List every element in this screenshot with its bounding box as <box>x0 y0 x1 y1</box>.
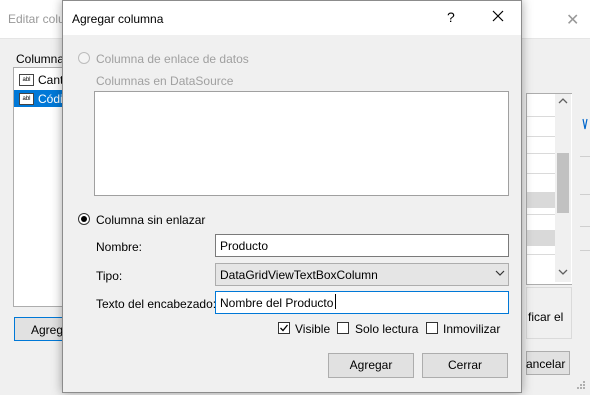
visible-label[interactable]: Visible <box>295 322 330 336</box>
divider <box>580 194 590 195</box>
background-cancel-label: ancelar <box>526 357 566 371</box>
chevron-down-icon[interactable] <box>558 268 568 278</box>
divider <box>580 250 590 251</box>
freeze-checkbox[interactable] <box>426 322 438 334</box>
grid-category-row <box>527 192 557 208</box>
header-text-label: Texto del encabezado: <box>96 297 217 311</box>
grid-line <box>527 153 557 154</box>
freeze-label[interactable]: Inmovilizar <box>443 322 500 336</box>
background-add-button-label: Agreg <box>31 323 64 337</box>
dialog-title: Agregar columna <box>72 12 164 26</box>
add-button[interactable]: Agregar <box>328 353 414 378</box>
textbox-column-icon: abl <box>19 74 34 86</box>
grid-line <box>527 173 557 174</box>
help-button[interactable]: ? <box>447 9 455 25</box>
background-window-title: Editar colu <box>8 12 65 26</box>
name-input[interactable]: Producto <box>215 234 509 257</box>
divider <box>580 226 590 227</box>
scrollbar-thumb[interactable] <box>557 153 569 213</box>
bound-column-radio[interactable] <box>78 52 90 64</box>
grid-category-row <box>527 230 557 246</box>
chevron-down-icon[interactable] <box>493 266 507 280</box>
list-item-label: Códi <box>38 92 63 106</box>
background-description-text: ficar el <box>528 310 564 324</box>
grid-line <box>527 116 557 117</box>
grid-line <box>527 136 557 137</box>
close-icon[interactable] <box>488 6 508 26</box>
chevron-up-icon[interactable] <box>558 96 568 106</box>
name-label: Nombre: <box>96 240 143 254</box>
columns-label: Columna <box>16 52 65 66</box>
checkmark-icon <box>280 324 289 332</box>
visible-checkbox[interactable] <box>278 322 290 334</box>
textbox-column-icon: abl <box>19 93 34 105</box>
close-button[interactable]: Cerrar <box>422 353 508 378</box>
datasource-columns-label: Columnas en DataSource <box>96 74 234 88</box>
datasource-columns-list[interactable] <box>94 91 509 196</box>
header-text-input[interactable]: Nombre del Producto <box>215 291 509 314</box>
add-column-dialog: Agregar columna ? Columna de enlace de d… <box>62 0 522 393</box>
type-label: Tipo: <box>96 269 123 283</box>
text-caret <box>335 294 336 309</box>
read-only-label[interactable]: Solo lectura <box>355 322 418 336</box>
grid-line <box>527 254 557 255</box>
grid-line <box>527 214 557 215</box>
unbound-column-label[interactable]: Columna sin enlazar <box>96 213 205 227</box>
radio-selected-dot <box>81 216 87 222</box>
partial-link-icon <box>582 117 588 133</box>
bound-column-label: Columna de enlace de datos <box>96 52 249 66</box>
resize-grip-icon[interactable] <box>576 380 586 392</box>
background-close-icon[interactable]: ✕ <box>566 10 579 30</box>
read-only-checkbox[interactable] <box>337 322 349 334</box>
type-select[interactable]: DataGridViewTextBoxColumn <box>215 263 509 286</box>
divider <box>580 156 590 157</box>
